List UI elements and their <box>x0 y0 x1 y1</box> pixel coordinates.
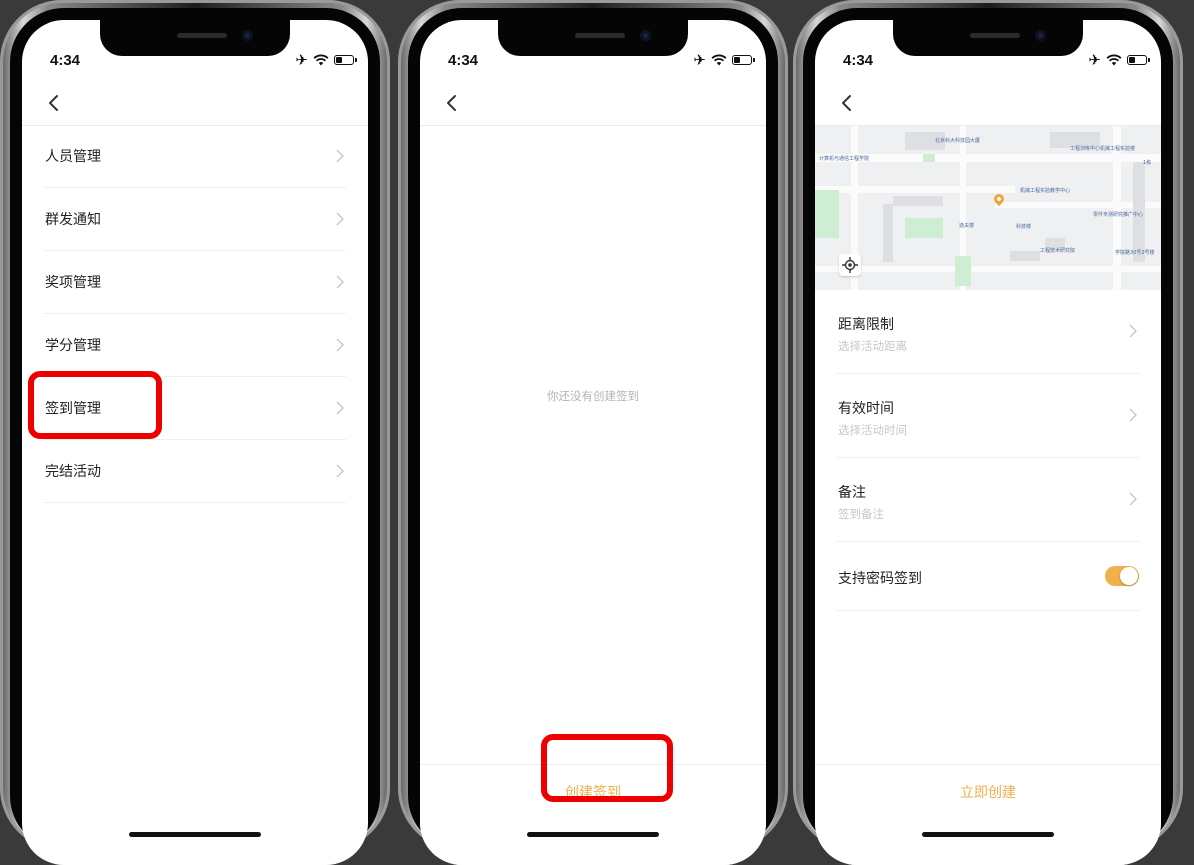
empty-state-text: 你还没有创建签到 <box>547 389 639 403</box>
remark-row[interactable]: 备注 签到备注 <box>837 458 1139 542</box>
valid-time-row[interactable]: 有效时间 选择活动时间 <box>837 374 1139 458</box>
checkin-form: 距离限制 选择活动距离 有效时间 选择活动时间 备注 签到备注 支持密码签到 <box>837 290 1139 611</box>
row-label: 备注 <box>838 485 866 501</box>
chevron-right-icon <box>336 338 344 352</box>
chevron-right-icon <box>336 464 344 478</box>
back-button[interactable] <box>442 92 464 114</box>
airplane-icon: ✈ <box>295 51 308 69</box>
status-time: 4:34 <box>843 52 874 69</box>
menu-item-label: 群发通知 <box>45 212 101 228</box>
status-time: 4:34 <box>448 52 479 69</box>
chevron-right-icon <box>1129 492 1137 506</box>
crosshair-icon <box>842 257 858 273</box>
map-poi: 1栋 <box>1143 160 1152 166</box>
notch <box>100 20 290 56</box>
row-label: 支持密码签到 <box>838 571 922 587</box>
bottom-action-bar: 立即创建 <box>815 764 1161 865</box>
row-label: 距离限制 <box>838 317 894 333</box>
back-button[interactable] <box>44 92 66 114</box>
map-poi: 计算机与通信工程学院 <box>819 156 870 162</box>
chevron-left-icon <box>842 95 851 111</box>
password-checkin-toggle[interactable] <box>1105 566 1139 586</box>
location-map[interactable]: 北京科大科技园大厦 计算机与通信工程学院 工程训练中心机械工程实验楼 机械工程实… <box>815 126 1161 290</box>
nav-bar <box>22 82 368 126</box>
battery-icon <box>334 55 357 65</box>
menu-item-label: 完结活动 <box>45 464 101 480</box>
manage-menu: 人员管理 群发通知 奖项管理 学分管理 签到管理 完结活动 <box>44 125 346 503</box>
create-now-button[interactable]: 立即创建 <box>815 782 1161 802</box>
battery-icon <box>1127 55 1150 65</box>
map-poi: 科技楼 <box>1016 224 1032 230</box>
screen-create-checkin: 4:34 ✈ 北京科大科技园大厦 计算机与通信工程学院 工程训练中心机械工程实验… <box>815 20 1161 865</box>
wifi-icon <box>711 54 727 66</box>
map-poi: 学院路30号2号楼 <box>1115 250 1155 256</box>
wifi-icon <box>313 54 329 66</box>
chevron-left-icon <box>447 95 456 111</box>
row-placeholder: 选择活动时间 <box>838 423 907 437</box>
airplane-icon: ✈ <box>1088 51 1101 69</box>
home-indicator <box>129 832 261 837</box>
menu-item-credits[interactable]: 学分管理 <box>44 314 346 377</box>
nav-bar <box>815 82 1161 126</box>
locate-button[interactable] <box>839 254 861 276</box>
notch <box>893 20 1083 56</box>
highlight-box-create <box>541 734 673 802</box>
chevron-right-icon <box>336 401 344 415</box>
chevron-right-icon <box>336 212 344 226</box>
map-poi: 零件专测研究推广中心 <box>1093 212 1144 218</box>
menu-item-notify[interactable]: 群发通知 <box>44 188 346 251</box>
password-checkin-row: 支持密码签到 <box>837 542 1139 611</box>
chevron-right-icon <box>336 149 344 163</box>
back-button[interactable] <box>837 92 859 114</box>
row-placeholder: 签到备注 <box>838 507 884 521</box>
airplane-icon: ✈ <box>693 51 706 69</box>
menu-item-label: 学分管理 <box>45 338 101 354</box>
map-poi: 北京科大科技园大厦 <box>935 138 981 144</box>
map-poi: 工程技术研究院 <box>1040 248 1076 254</box>
menu-item-label: 人员管理 <box>45 149 101 165</box>
map-poi: 逸夫楼 <box>959 223 975 229</box>
menu-item-label: 奖项管理 <box>45 275 101 291</box>
highlight-box-checkin <box>28 371 162 439</box>
wifi-icon <box>1106 54 1122 66</box>
screen-activity-manage: 4:34 ✈ 人员管理 群发通知 奖项管理 学分管理 签到管理 完结活动 <box>22 20 368 865</box>
chevron-right-icon <box>1129 408 1137 422</box>
phone-frame-3: 4:34 ✈ 北京科大科技园大厦 计算机与通信工程学院 工程训练中心机械工程实验… <box>793 0 1183 865</box>
home-indicator <box>922 832 1054 837</box>
menu-item-finish[interactable]: 完结活动 <box>44 440 346 503</box>
chevron-right-icon <box>1129 324 1137 338</box>
battery-icon <box>732 55 755 65</box>
status-time: 4:34 <box>50 52 81 69</box>
map-poi: 工程训练中心机械工程实验楼 <box>1070 146 1136 152</box>
chevron-right-icon <box>336 275 344 289</box>
row-label: 有效时间 <box>838 401 894 417</box>
chevron-left-icon <box>49 95 58 111</box>
home-indicator <box>527 832 659 837</box>
distance-limit-row[interactable]: 距离限制 选择活动距离 <box>837 290 1139 374</box>
menu-item-awards[interactable]: 奖项管理 <box>44 251 346 314</box>
row-placeholder: 选择活动距离 <box>838 339 907 353</box>
notch <box>498 20 688 56</box>
menu-item-people[interactable]: 人员管理 <box>44 125 346 188</box>
nav-bar <box>420 82 766 126</box>
phone-frame-2: 4:34 ✈ 你还没有创建签到 创建签到 <box>398 0 788 865</box>
map-poi: 机械工程实验教学中心 <box>1020 188 1071 194</box>
